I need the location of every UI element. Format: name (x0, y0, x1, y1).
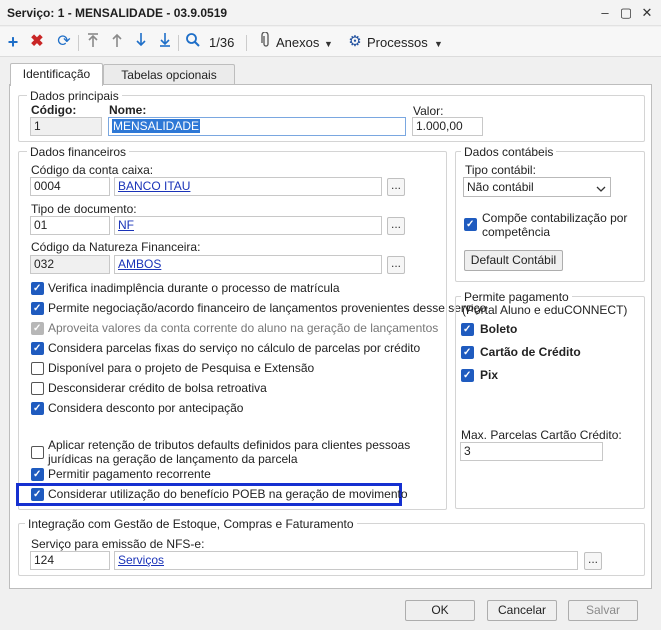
checkbox-boleto[interactable] (461, 323, 474, 336)
close-button[interactable]: ✕ (638, 4, 656, 22)
chevron-down-icon[interactable]: ▼ (434, 39, 443, 49)
pix-label: Pix (480, 368, 499, 382)
checkbox-label: Permitir pagamento recorrente (48, 467, 211, 481)
checkbox-pagamento-recorrente[interactable] (31, 468, 44, 481)
gear-icon[interactable]: ⚙ (345, 32, 365, 52)
checkbox-label: Verifica inadimplência durante o process… (48, 281, 340, 295)
nome-label: Nome: (109, 103, 147, 117)
chevron-down-icon[interactable]: ▼ (324, 39, 333, 49)
max-parcelas-label: Max. Parcelas Cartão Crédito: (461, 428, 622, 442)
tab-tabelas-opcionais[interactable]: Tabelas opcionais (103, 64, 235, 85)
checkbox-label: Aplicar retenção de tributos defaults de… (48, 438, 411, 466)
dados-financeiros-legend: Dados financeiros (27, 145, 130, 159)
checkbox-label: Disponível para o projeto de Pesquisa e … (48, 361, 315, 375)
checkbox-verifica-inadimplencia[interactable] (31, 282, 44, 295)
natureza-code-field[interactable]: 032 (30, 255, 110, 274)
checkbox-desconto-antecipacao[interactable] (31, 402, 44, 415)
valor-label: Valor: (413, 104, 444, 118)
conta-caixa-code-field[interactable]: 0004 (30, 177, 110, 196)
processes-menu[interactable]: Processos (367, 35, 428, 50)
dados-contabeis-legend: Dados contábeis (461, 145, 557, 159)
tipo-contabil-select[interactable]: Não contábil (463, 177, 611, 197)
minimize-button[interactable]: – (596, 4, 614, 22)
save-button[interactable]: Salvar (568, 600, 638, 621)
natureza-name-field[interactable]: AMBOS (114, 255, 382, 274)
servico-nfse-lookup-button[interactable]: ... (584, 552, 602, 570)
checkbox-label: Considera parcelas fixas do serviço no c… (48, 341, 421, 355)
servico-nfse-name-field[interactable]: Serviços (114, 551, 578, 570)
refresh-icon[interactable]: ⟳ (54, 32, 74, 52)
default-contabil-button[interactable]: Default Contábil (464, 250, 563, 271)
checkbox-compoe-contabilizacao[interactable] (464, 218, 477, 231)
tab-identificacao[interactable]: Identificação (10, 63, 103, 86)
title-bar: Serviço: 1 - MENSALIDADE - 03.9.0519 – ▢… (0, 0, 661, 26)
ok-button[interactable]: OK (405, 600, 475, 621)
tipo-doc-lookup-button[interactable]: ... (387, 217, 405, 235)
dados-principais-legend: Dados principais (27, 89, 122, 103)
checkbox-label: Considera desconto por antecipação (48, 401, 244, 415)
nome-value: MENSALIDADE (112, 119, 201, 133)
checkbox-retencao-tributos[interactable] (31, 446, 44, 459)
permite-pagamento-legend: Permite pagamento (461, 290, 572, 304)
cancel-button[interactable]: Cancelar (487, 600, 557, 621)
toolbar-divider (246, 35, 247, 51)
checkbox-bolsa-retroativa[interactable] (31, 382, 44, 395)
checkbox-parcelas-fixas[interactable] (31, 342, 44, 355)
conta-caixa-lookup-button[interactable]: ... (387, 178, 405, 196)
restore-button[interactable]: ▢ (617, 4, 635, 22)
add-icon[interactable]: + (3, 32, 23, 52)
conta-caixa-label: Código da conta caixa: (31, 163, 154, 177)
checkbox-pix[interactable] (461, 369, 474, 382)
servico-nfse-label: Serviço para emissão de NFS-e: (31, 537, 205, 551)
checkbox-beneficio-poeb[interactable] (31, 488, 44, 501)
tipo-contabil-label: Tipo contábil: (465, 163, 536, 177)
permite-pagamento-sublegend: (Portal Aluno e eduCONNECT) (462, 303, 628, 317)
toolbar: + ✖ ⟳ 1/36 Anexos ▼ ⚙ Processos ▼ (0, 27, 661, 57)
natureza-label: Código da Natureza Financeira: (31, 240, 201, 254)
down-arrow-icon[interactable] (131, 32, 151, 52)
toolbar-divider (178, 35, 179, 51)
paperclip-icon[interactable] (256, 31, 276, 52)
boleto-label: Boleto (480, 322, 518, 336)
compoe-label: Compõe contabilização por competência (482, 211, 628, 239)
checkbox-label: Aproveita valores da conta corrente do a… (48, 321, 439, 335)
servico-nfse-code-field[interactable]: 124 (30, 551, 110, 570)
footer-bar (0, 594, 661, 630)
checkbox-label: Permite negociação/acordo financeiro de … (48, 301, 487, 315)
valor-field[interactable]: 1.000,00 (412, 117, 483, 136)
checkbox-permite-negociacao[interactable] (31, 302, 44, 315)
tipo-doc-label: Tipo de documento: (31, 202, 137, 216)
tipo-doc-code-field[interactable]: 01 (30, 216, 110, 235)
cartao-credito-label: Cartão de Crédito (480, 345, 581, 359)
conta-caixa-name-field[interactable]: BANCO ITAU (114, 177, 382, 196)
attachments-menu[interactable]: Anexos (276, 35, 319, 50)
checkbox-label: Desconsiderar crédito de bolsa retroativ… (48, 381, 267, 395)
tipo-contabil-value: Não contábil (467, 180, 534, 194)
checkbox-pesquisa-extensao[interactable] (31, 362, 44, 375)
tipo-doc-name-field[interactable]: NF (114, 216, 382, 235)
codigo-field[interactable]: 1 (30, 117, 102, 136)
checkbox-aproveita-valores (31, 322, 44, 335)
nome-field[interactable]: MENSALIDADE (108, 117, 406, 136)
max-parcelas-field[interactable]: 3 (460, 442, 603, 461)
delete-icon[interactable]: ✖ (27, 32, 47, 52)
integracao-legend: Integração com Gestão de Estoque, Compra… (25, 517, 357, 531)
window-title: Serviço: 1 - MENSALIDADE - 03.9.0519 (7, 6, 228, 20)
checkbox-label: Considerar utilização do benefício POEB … (48, 487, 408, 501)
record-position: 1/36 (209, 35, 235, 50)
toolbar-divider (78, 35, 79, 51)
checkbox-cartao-credito[interactable] (461, 346, 474, 359)
natureza-lookup-button[interactable]: ... (387, 256, 405, 274)
up-arrow-icon[interactable] (107, 32, 127, 52)
search-icon[interactable] (183, 32, 203, 52)
last-icon[interactable] (155, 32, 175, 52)
codigo-label: Código: (31, 103, 77, 117)
chevron-down-icon[interactable] (596, 182, 606, 196)
first-icon[interactable] (83, 32, 103, 52)
